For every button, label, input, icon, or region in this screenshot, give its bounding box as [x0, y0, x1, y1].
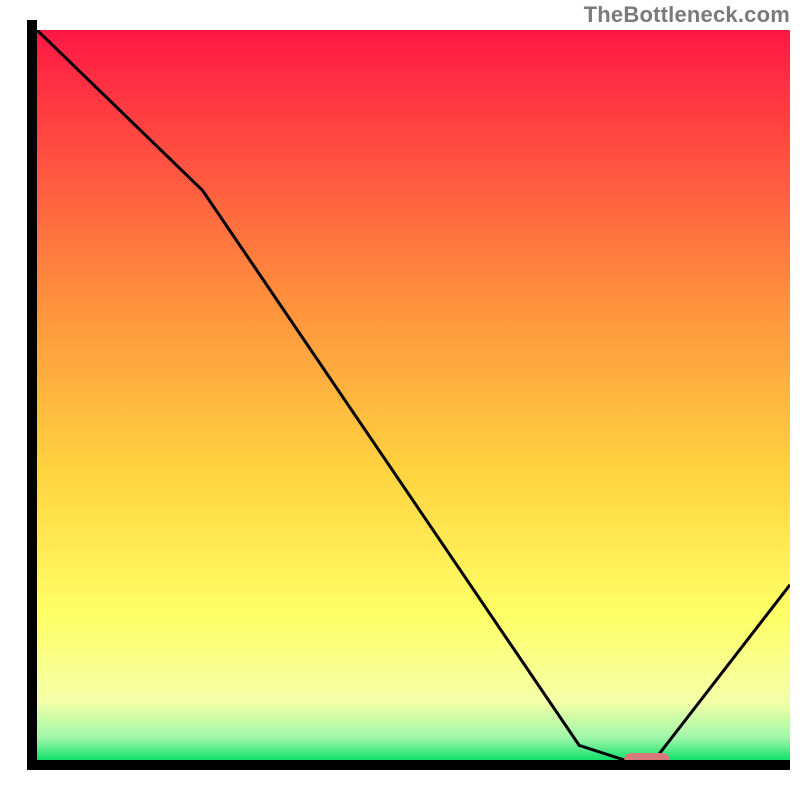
y-axis: [27, 20, 37, 768]
watermark-text: TheBottleneck.com: [584, 2, 790, 28]
x-axis: [27, 760, 790, 770]
chart-container: TheBottleneck.com: [0, 0, 800, 800]
bottleneck-chart: [0, 0, 800, 800]
